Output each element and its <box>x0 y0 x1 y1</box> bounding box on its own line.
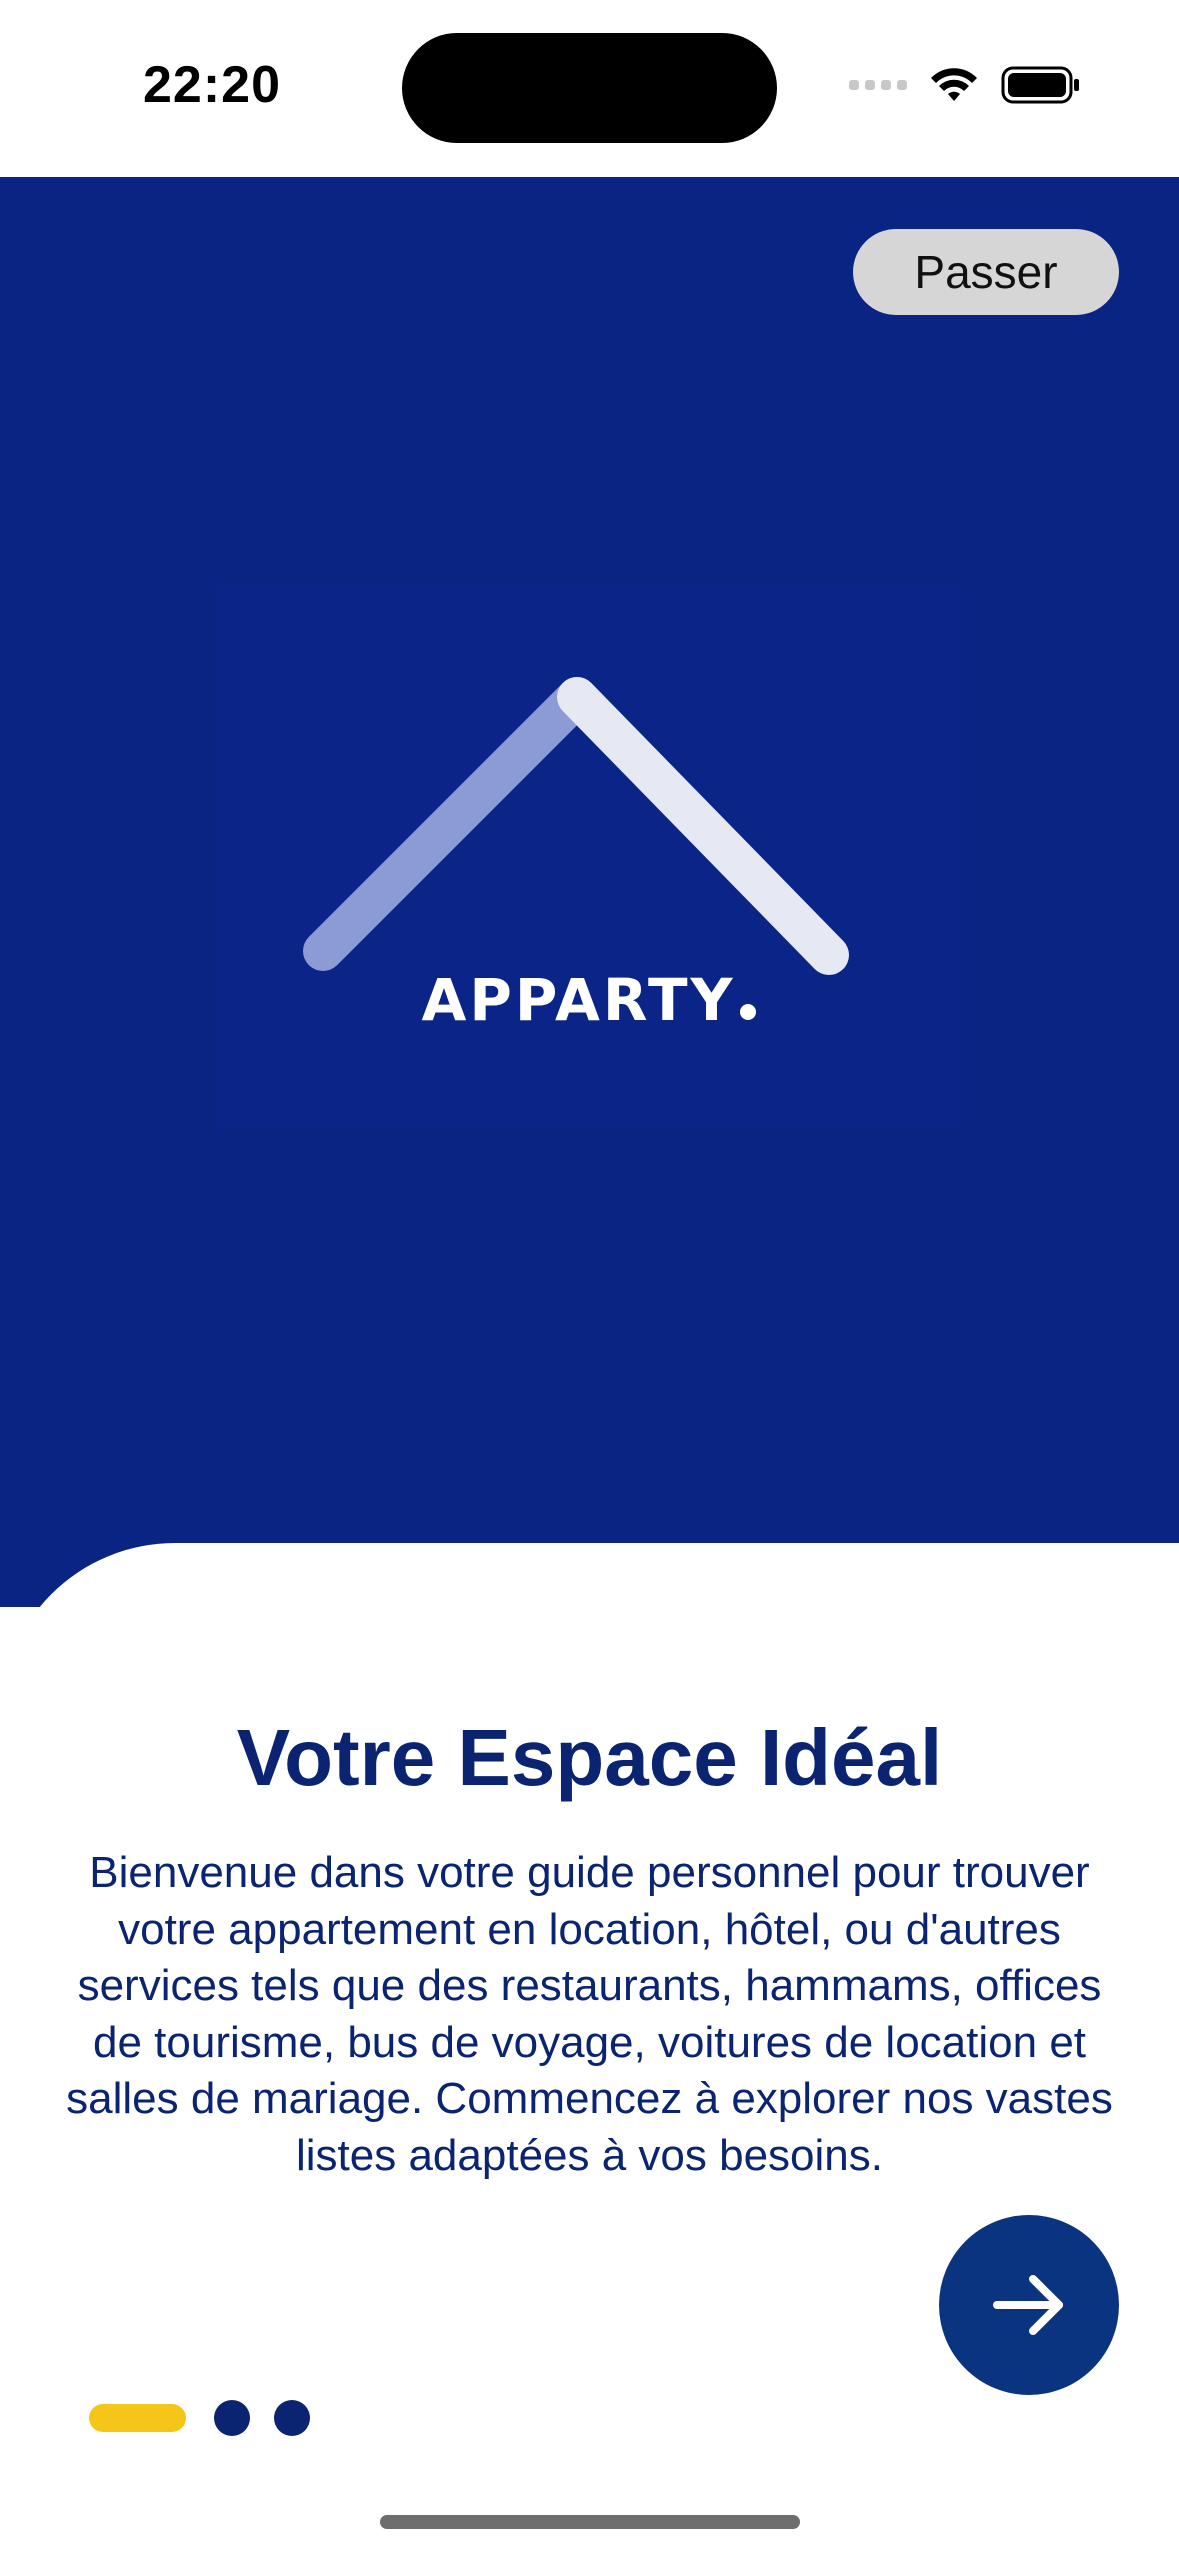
status-time: 22:20 <box>143 56 281 114</box>
home-indicator <box>380 2515 800 2529</box>
page-indicator-dot <box>214 2400 250 2436</box>
arrow-right-icon <box>993 2275 1063 2335</box>
onboarding-description: Bienvenue dans votre guide personnel pou… <box>66 1848 1113 2180</box>
skip-button[interactable]: Passer <box>853 229 1119 315</box>
brand-logo: APPARTY <box>215 586 962 1130</box>
page-indicator-dot <box>274 2400 310 2436</box>
house-roof-icon <box>303 677 849 975</box>
page-indicator-active <box>89 2404 186 2432</box>
onboarding-title: Votre Espace Idéal <box>236 1713 943 1802</box>
status-bar: 22:20 <box>0 0 1179 177</box>
wifi-icon <box>931 68 977 101</box>
page-indicator <box>89 2400 310 2436</box>
status-icons <box>849 60 1081 110</box>
brand-dot-icon <box>739 1004 756 1020</box>
next-button[interactable] <box>939 2215 1119 2395</box>
brand-name: APPARTY <box>421 966 736 1034</box>
brand-wordmark: APPARTY <box>215 966 962 1034</box>
battery-icon <box>1001 66 1079 104</box>
dynamic-island <box>402 33 777 143</box>
cellular-signal-icon <box>849 80 907 90</box>
